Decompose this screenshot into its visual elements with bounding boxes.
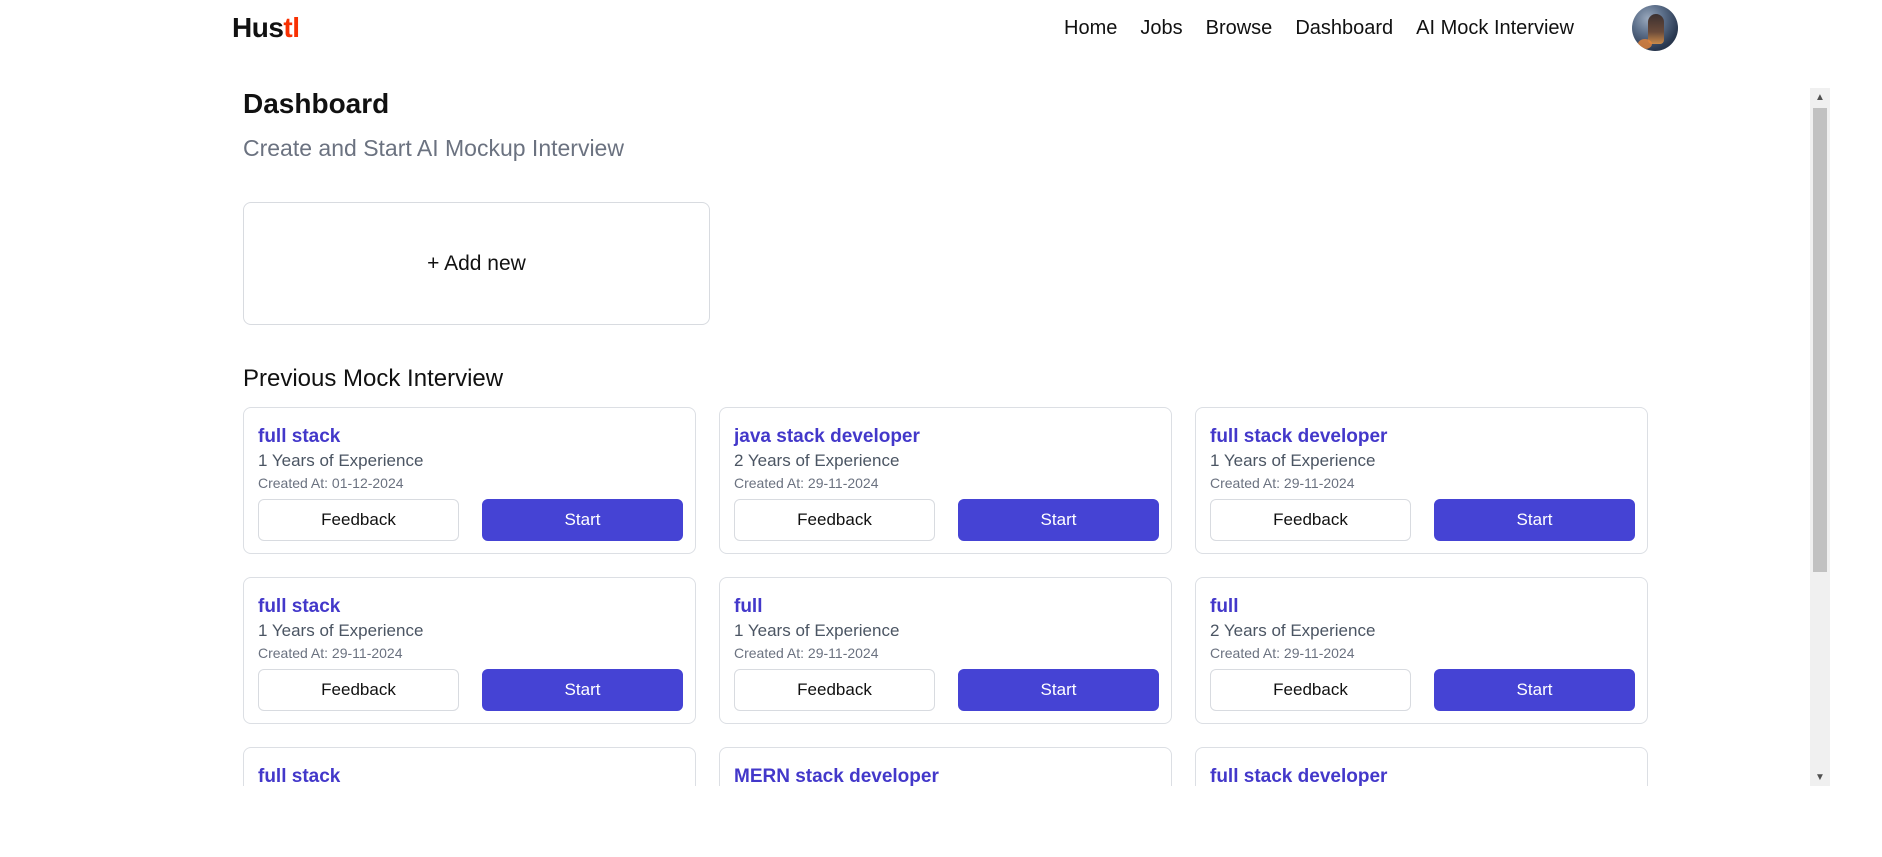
start-button[interactable]: Start — [958, 499, 1159, 541]
interview-actions: Feedback Start — [1210, 669, 1635, 711]
interview-actions: Feedback Start — [734, 499, 1159, 541]
interview-created-date: Created At: 01-12-2024 — [258, 475, 404, 491]
nav-link-dashboard[interactable]: Dashboard — [1295, 17, 1393, 40]
interview-actions: Feedback Start — [734, 669, 1159, 711]
vertical-scrollbar[interactable]: ▲ ▼ — [1810, 88, 1830, 786]
interview-card: full stack — [243, 747, 696, 786]
interview-card: full stack 1 Years of Experience Created… — [243, 407, 696, 554]
start-button[interactable]: Start — [482, 669, 683, 711]
start-button[interactable]: Start — [1434, 499, 1635, 541]
interview-experience: 1 Years of Experience — [734, 621, 900, 640]
interview-position: java stack developer — [734, 426, 920, 447]
interview-actions: Feedback Start — [258, 669, 683, 711]
logo-accent-text: tl — [283, 12, 300, 43]
interview-experience: 1 Years of Experience — [1210, 451, 1376, 470]
interview-position: full stack — [258, 766, 341, 786]
interview-created-date: Created At: 29-11-2024 — [258, 645, 403, 661]
scroll-down-arrow-icon[interactable]: ▼ — [1810, 768, 1830, 786]
interview-experience: 2 Years of Experience — [734, 451, 900, 470]
interview-position: full stack developer — [1210, 766, 1388, 786]
interview-experience: 2 Years of Experience — [1210, 621, 1376, 640]
feedback-button[interactable]: Feedback — [1210, 499, 1411, 541]
previous-interviews-title: Previous Mock Interview — [243, 365, 504, 392]
interview-actions: Feedback Start — [1210, 499, 1635, 541]
avatar-figure — [1648, 14, 1664, 44]
interview-created-date: Created At: 29-11-2024 — [734, 475, 879, 491]
interview-created-date: Created At: 29-11-2024 — [1210, 475, 1355, 491]
feedback-button[interactable]: Feedback — [258, 669, 459, 711]
interview-experience: 1 Years of Experience — [258, 451, 424, 470]
nav-links: Home Jobs Browse Dashboard AI Mock Inter… — [1064, 17, 1574, 40]
interview-created-date: Created At: 29-11-2024 — [734, 645, 879, 661]
nav-link-browse[interactable]: Browse — [1206, 17, 1273, 40]
interview-card-grid: full stack 1 Years of Experience Created… — [243, 407, 1649, 786]
interview-actions: Feedback Start — [258, 499, 683, 541]
avatar-glow — [1638, 39, 1652, 49]
start-button[interactable]: Start — [958, 669, 1159, 711]
scrollbar-thumb[interactable] — [1813, 108, 1827, 572]
interview-card: MERN stack developer — [719, 747, 1172, 786]
page-subtitle: Create and Start AI Mockup Interview — [243, 135, 624, 161]
interview-created-date: Created At: 29-11-2024 — [1210, 645, 1355, 661]
nav-link-home[interactable]: Home — [1064, 17, 1117, 40]
interview-position: full stack — [258, 426, 341, 447]
interview-card: java stack developer 2 Years of Experien… — [719, 407, 1172, 554]
interview-experience: 1 Years of Experience — [258, 621, 424, 640]
interview-position: full stack — [258, 596, 341, 617]
feedback-button[interactable]: Feedback — [258, 499, 459, 541]
feedback-button[interactable]: Feedback — [734, 499, 935, 541]
page-title: Dashboard — [243, 88, 390, 119]
interview-card: full stack developer 1 Years of Experien… — [1195, 407, 1648, 554]
interview-position: full stack developer — [1210, 426, 1388, 447]
start-button[interactable]: Start — [1434, 669, 1635, 711]
interview-card: full stack developer — [1195, 747, 1648, 786]
interview-position: full — [1210, 596, 1239, 617]
feedback-button[interactable]: Feedback — [734, 669, 935, 711]
nav-link-jobs[interactable]: Jobs — [1140, 17, 1182, 40]
avatar[interactable] — [1632, 5, 1678, 51]
nav-link-ai-mock-interview[interactable]: AI Mock Interview — [1416, 17, 1574, 40]
logo[interactable]: Hustl — [232, 12, 300, 44]
interview-card: full 1 Years of Experience Created At: 2… — [719, 577, 1172, 724]
interview-position: MERN stack developer — [734, 766, 939, 786]
logo-main-text: Hus — [232, 12, 284, 43]
feedback-button[interactable]: Feedback — [1210, 669, 1411, 711]
interview-card: full stack 1 Years of Experience Created… — [243, 577, 696, 724]
start-button[interactable]: Start — [482, 499, 683, 541]
add-new-interview-button[interactable]: + Add new — [243, 202, 710, 325]
dashboard-scroll-area: Dashboard Create and Start AI Mockup Int… — [0, 88, 1830, 786]
interview-position: full — [734, 596, 763, 617]
scroll-up-arrow-icon[interactable]: ▲ — [1810, 88, 1830, 106]
navbar: Hustl Home Jobs Browse Dashboard AI Mock… — [0, 0, 1882, 58]
interview-card: full 2 Years of Experience Created At: 2… — [1195, 577, 1648, 724]
